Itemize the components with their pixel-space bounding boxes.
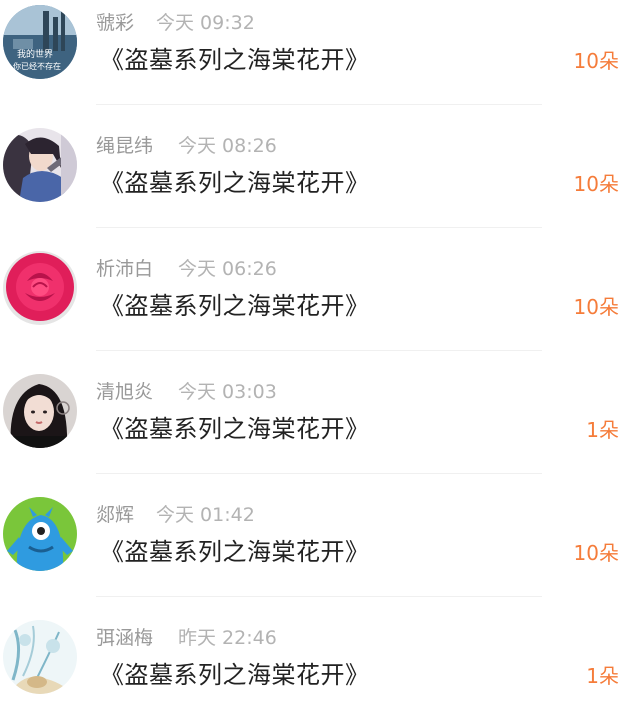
user-name[interactable]: 弭涵梅 bbox=[96, 626, 153, 650]
book-title: 《盗墓系列之海棠花开》 bbox=[100, 292, 370, 320]
divider bbox=[96, 473, 542, 474]
avatar[interactable] bbox=[3, 620, 77, 694]
timestamp: 昨天 22:46 bbox=[178, 627, 277, 649]
flower-count: 1朵 bbox=[586, 664, 619, 688]
book-title: 《盗墓系列之海棠花开》 bbox=[100, 169, 370, 197]
avatar-image bbox=[3, 497, 77, 571]
divider bbox=[96, 596, 542, 597]
avatar-caption-2: 你已经不存在 bbox=[13, 61, 61, 71]
avatar[interactable] bbox=[3, 374, 77, 448]
gift-record-list: 我的世界 你已经不存在 虢彩 今天 09:32 《盗墓系列之海棠花开》 10朵 … bbox=[0, 0, 640, 704]
list-item[interactable]: 清旭炎 今天 03:03 《盗墓系列之海棠花开》 1朵 bbox=[0, 369, 640, 492]
flower-count: 1朵 bbox=[586, 418, 619, 442]
timestamp: 今天 09:32 bbox=[156, 12, 255, 34]
divider bbox=[96, 350, 542, 351]
timestamp: 今天 08:26 bbox=[178, 135, 277, 157]
flower-count: 10朵 bbox=[573, 49, 619, 73]
list-item[interactable]: 弭涵梅 昨天 22:46 《盗墓系列之海棠花开》 1朵 bbox=[0, 615, 640, 704]
user-name[interactable]: 清旭炎 bbox=[96, 380, 153, 404]
avatar[interactable] bbox=[3, 251, 77, 325]
avatar-image bbox=[3, 251, 77, 325]
avatar-image: 我的世界 你已经不存在 bbox=[3, 5, 77, 79]
book-title: 《盗墓系列之海棠花开》 bbox=[100, 661, 370, 689]
flower-count: 10朵 bbox=[573, 172, 619, 196]
list-item[interactable]: 绳昆纬 今天 08:26 《盗墓系列之海棠花开》 10朵 bbox=[0, 123, 640, 246]
timestamp: 今天 06:26 bbox=[178, 258, 277, 280]
user-name[interactable]: 郯辉 bbox=[96, 503, 134, 527]
avatar[interactable] bbox=[3, 128, 77, 202]
user-name[interactable]: 虢彩 bbox=[96, 11, 134, 35]
avatar[interactable]: 我的世界 你已经不存在 bbox=[3, 5, 77, 79]
avatar-caption-1: 我的世界 bbox=[17, 48, 53, 60]
avatar[interactable] bbox=[3, 497, 77, 571]
list-item[interactable]: 我的世界 你已经不存在 虢彩 今天 09:32 《盗墓系列之海棠花开》 10朵 bbox=[0, 0, 640, 123]
book-title: 《盗墓系列之海棠花开》 bbox=[100, 415, 370, 443]
book-title: 《盗墓系列之海棠花开》 bbox=[100, 46, 370, 74]
book-title: 《盗墓系列之海棠花开》 bbox=[100, 538, 370, 566]
flower-count: 10朵 bbox=[573, 295, 619, 319]
avatar-image bbox=[3, 620, 77, 694]
list-item[interactable]: 析沛白 今天 06:26 《盗墓系列之海棠花开》 10朵 bbox=[0, 246, 640, 369]
list-item[interactable]: 郯辉 今天 01:42 《盗墓系列之海棠花开》 10朵 bbox=[0, 492, 640, 615]
avatar-image bbox=[3, 374, 77, 448]
user-name[interactable]: 析沛白 bbox=[96, 257, 153, 281]
flower-count: 10朵 bbox=[573, 541, 619, 565]
user-name[interactable]: 绳昆纬 bbox=[96, 134, 153, 158]
timestamp: 今天 03:03 bbox=[178, 381, 277, 403]
avatar-image bbox=[3, 128, 77, 202]
divider bbox=[96, 227, 542, 228]
divider bbox=[96, 104, 542, 105]
timestamp: 今天 01:42 bbox=[156, 504, 255, 526]
